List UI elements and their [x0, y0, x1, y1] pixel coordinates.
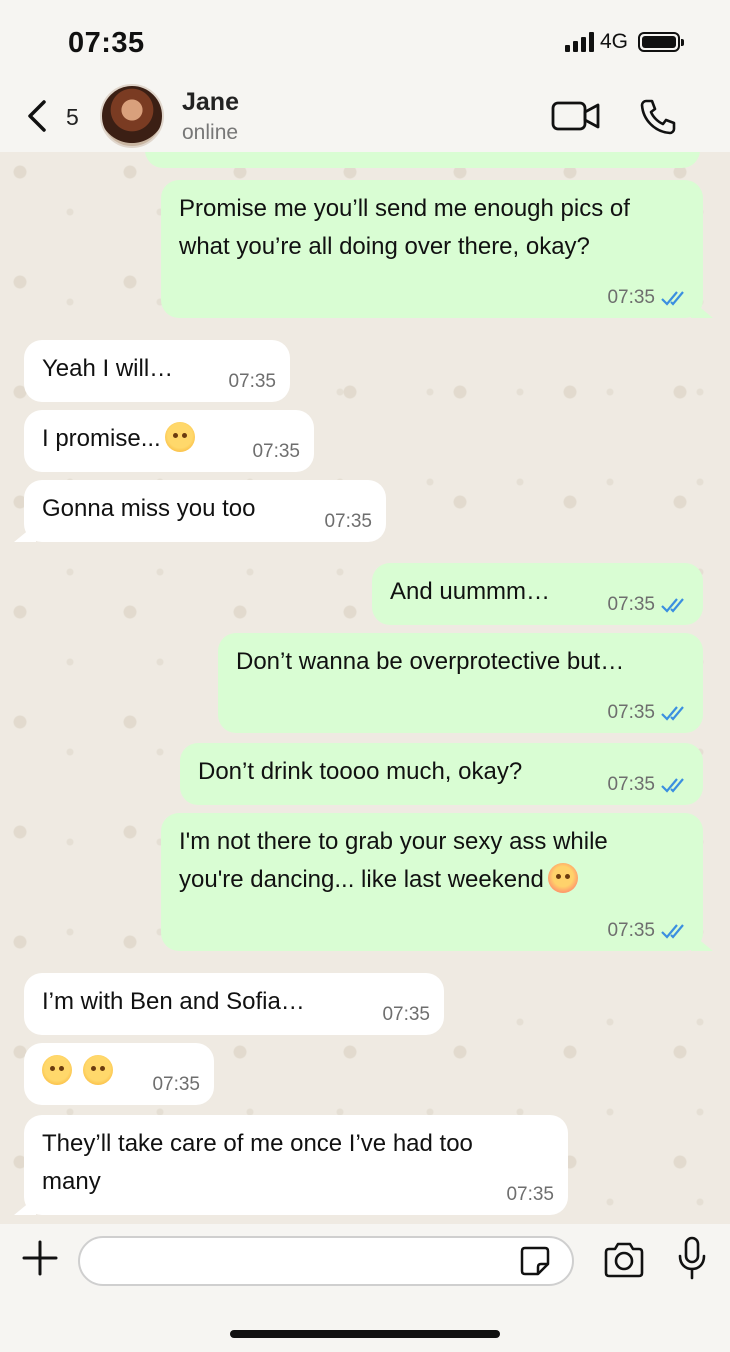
message-time: 07:35	[607, 774, 655, 795]
message-time: 07:35	[252, 441, 300, 462]
message-time: 07:35	[506, 1184, 554, 1205]
message-time: 07:35	[607, 287, 655, 308]
message-text: Promise me you’ll send me enough pics of…	[179, 195, 630, 260]
read-receipt-icon	[661, 778, 684, 793]
message-text-wrapper: I'm not there to grab your sexy ass whil…	[179, 823, 679, 899]
read-receipt-icon	[661, 598, 684, 613]
message-text: I'm not there to grab your sexy ass whil…	[179, 828, 608, 893]
message-bubble-incoming[interactable]: I’m with Ben and Sofia… 07:35	[24, 973, 444, 1035]
message-bubble-outgoing[interactable]: And uummm… 07:35	[372, 563, 703, 625]
message-meta: 07:35	[152, 1075, 200, 1095]
message-bubble-outgoing[interactable]: Promise me you’ll send me enough pics of…	[161, 180, 703, 318]
message-time: 07:35	[382, 1004, 430, 1025]
message-text: I’m with Ben and Sofia…	[42, 988, 305, 1015]
winking-face-emoji-icon	[547, 863, 578, 893]
upside-down-face-emoji-icon	[82, 1055, 113, 1085]
message-text: They’ll take care of me once I’ve had to…	[42, 1130, 473, 1195]
message-bubble-incoming[interactable]: 07:35	[24, 1043, 214, 1105]
message-meta: 07:35	[382, 1005, 430, 1025]
message-bubble-incoming[interactable]: Gonna miss you too 07:35	[24, 480, 386, 542]
message-input[interactable]	[78, 1236, 574, 1286]
message-time: 07:35	[607, 920, 655, 941]
message-meta: 07:35	[324, 512, 372, 532]
back-chevron-icon[interactable]	[24, 96, 54, 136]
message-text: Gonna miss you too	[42, 495, 256, 522]
message-bubble-outgoing[interactable]: Don’t drink toooo much, okay? 07:35	[180, 743, 703, 805]
read-receipt-icon	[661, 291, 684, 306]
video-call-icon[interactable]	[551, 100, 601, 132]
message-meta: 07:35	[506, 1185, 554, 1205]
contact-avatar[interactable]	[100, 84, 164, 148]
message-meta: 07:35	[607, 595, 689, 615]
message-bubble-incoming[interactable]: They’ll take care of me once I’ve had to…	[24, 1115, 568, 1215]
message-meta: 07:35	[607, 921, 689, 941]
battery-icon	[638, 32, 684, 52]
message-meta: 07:35	[607, 703, 689, 723]
microphone-icon[interactable]	[676, 1236, 708, 1280]
camera-icon[interactable]	[602, 1240, 646, 1280]
read-receipt-icon	[661, 924, 684, 939]
sticker-icon[interactable]	[519, 1245, 551, 1277]
signal-icon	[564, 32, 594, 52]
contact-name[interactable]: Jane	[182, 88, 239, 117]
phone-call-icon[interactable]	[638, 97, 678, 137]
message-text: I promise...	[42, 425, 161, 452]
network-type: 4G	[599, 30, 628, 53]
grimacing-face-emoji-icon	[164, 422, 195, 452]
contact-status: online	[182, 121, 239, 144]
message-bubble-incoming[interactable]: Yeah I will… 07:35	[24, 340, 290, 402]
message-time: 07:35	[324, 511, 372, 532]
message-bubble-partial	[145, 152, 700, 168]
status-time: 07:35	[68, 27, 145, 59]
message-time: 07:35	[607, 594, 655, 615]
message-bubble-outgoing[interactable]: I'm not there to grab your sexy ass whil…	[161, 813, 703, 951]
message-time: 07:35	[152, 1074, 200, 1095]
message-list[interactable]: Promise me you’ll send me enough pics of…	[0, 152, 730, 1224]
status-indicators: 4G	[564, 30, 684, 54]
upside-down-face-emoji-icon	[42, 1055, 72, 1085]
unread-count[interactable]: 5	[66, 104, 79, 131]
chat-header: 5 Jane online	[0, 80, 730, 152]
message-meta: 07:35	[607, 288, 689, 308]
message-time: 07:35	[607, 702, 655, 723]
home-indicator	[230, 1330, 500, 1338]
composer-bar	[0, 1224, 730, 1352]
read-receipt-icon	[661, 706, 684, 721]
chat-screen: 07:35 4G 5 Jane online Promise me you’ll…	[0, 0, 730, 1352]
message-time: 07:35	[228, 371, 276, 392]
status-bar: 07:35 4G	[0, 0, 730, 80]
message-meta: 07:35	[228, 372, 276, 392]
message-bubble-outgoing[interactable]: Don’t wanna be overprotective but… 07:35	[218, 633, 703, 733]
message-meta: 07:35	[607, 775, 689, 795]
plus-icon[interactable]	[22, 1240, 58, 1276]
message-text: Don’t wanna be overprotective but…	[236, 648, 625, 675]
message-meta: 07:35	[252, 442, 300, 462]
message-bubble-incoming[interactable]: I promise... 07:35	[24, 410, 314, 472]
